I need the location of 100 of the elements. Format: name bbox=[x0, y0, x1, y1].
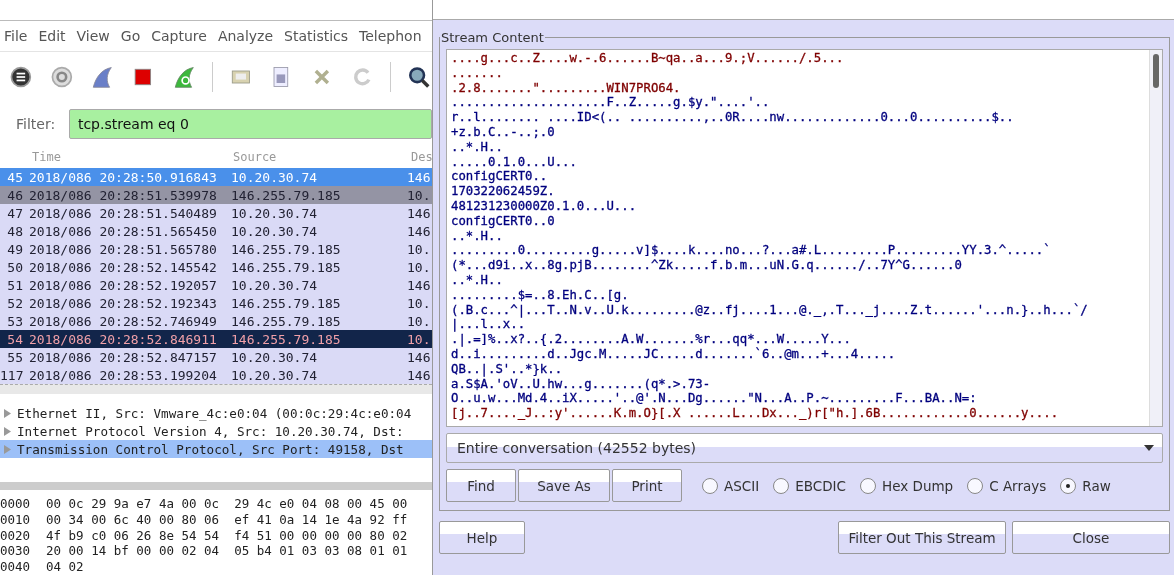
hex-offset: 0020 bbox=[0, 527, 32, 544]
stream-line: .....0.1.0...U... bbox=[451, 154, 578, 170]
packet-row[interactable]: 54 2018/086 20:28:52.846911 146.255.79.185 10. bbox=[0, 330, 432, 348]
hex-offset: 0040 bbox=[0, 559, 32, 575]
menu-item[interactable]: Statistics bbox=[280, 28, 356, 44]
dialog-button[interactable]: Help bbox=[439, 521, 525, 554]
packet-row[interactable]: 47 2018/086 20:28:51.540489 10.20.30.74 146 bbox=[0, 204, 432, 222]
stream-line: [j..7...._J..:y'......K.m.O}[.X ......L...Dx..._)r["h.].6B............0......y.... bbox=[451, 406, 1060, 421]
stream-line: configCERT0.. bbox=[451, 169, 549, 185]
table-cell-text: 2018/086 20:28:52.192057 bbox=[29, 277, 218, 293]
stream-line: +z.b.C..-..;.0 bbox=[451, 125, 556, 140]
table-cell-text: 10.20.30.74 bbox=[231, 349, 319, 365]
scrollbar[interactable] bbox=[0, 384, 432, 394]
hex-bytes: 00 0c 29 9a e7 4a 00 0c 29 4c e0 04 08 00 45 00 bbox=[46, 496, 408, 512]
expander-icon[interactable] bbox=[4, 408, 11, 418]
stream-text-area[interactable] bbox=[446, 49, 1163, 427]
table-cell-text: 146.255.79.185 bbox=[231, 241, 342, 257]
packet-row[interactable]: 55 2018/086 20:28:52.847157 10.20.30.74 146 bbox=[0, 348, 432, 366]
table-cell: 10. bbox=[407, 313, 431, 329]
packet-row[interactable]: 117 2018/086 20:28:53.199204 10.20.30.74 146 bbox=[0, 366, 432, 384]
table-cell-text: 2018/086 20:28:52.847157 bbox=[29, 349, 218, 365]
table-cell-text: 2018/086 20:28:52.746949 bbox=[29, 313, 218, 329]
table-cell-text: 50 bbox=[6, 259, 24, 275]
stream-line: .|.=]%..x?..{.2........A.W.......%r...qq*...W.....Y... bbox=[451, 332, 851, 347]
stream-line: (*...d9i..x..8g.pjB........^Zk.....f.b.m...uN.G.q....../..7Y^G......0 bbox=[451, 258, 963, 273]
dialog-button[interactable]: Find bbox=[446, 469, 516, 502]
radio-button[interactable] bbox=[1060, 477, 1077, 494]
table-cell-text: 146.255.79.185 bbox=[231, 331, 342, 347]
table-cell-text: 45 bbox=[6, 169, 24, 185]
table-cell-text: 55 bbox=[6, 349, 24, 365]
radio-label[interactable]: Hex Dump bbox=[882, 477, 954, 494]
radio-button[interactable] bbox=[967, 477, 984, 494]
packet-row[interactable]: 46 2018/086 20:28:51.539978 146.255.79.185 10. bbox=[0, 186, 432, 204]
table-cell-text: 10.20.30.74 bbox=[231, 367, 319, 383]
hex-bytes: 04 02 bbox=[46, 559, 84, 575]
hex-bytes: 00 34 00 6c 40 00 80 06 ef 41 0a 14 1e 4a 92 ff bbox=[46, 511, 408, 528]
table-cell: 10. bbox=[407, 187, 431, 203]
stream-line: O..u.w...Md.4..iX.....'..@'.N...Dg......"N...A..P.~.........F...BA..N=: bbox=[451, 391, 978, 407]
table-cell-text: 2018/086 20:28:51.540489 bbox=[29, 205, 218, 221]
radio-button[interactable] bbox=[702, 477, 718, 494]
table-cell-text: 10.20.30.74 bbox=[231, 169, 319, 185]
expander-icon[interactable] bbox=[4, 426, 11, 436]
menu-item[interactable]: Edit bbox=[34, 28, 73, 44]
stream-line: ..*.H.. bbox=[451, 139, 504, 155]
table-cell-text: 2018/086 20:28:51.539978 bbox=[29, 187, 218, 203]
stream-line: .........0.........g.....v]$....k....no...?...a#.L.........P.........YY.3.^.....` bbox=[451, 243, 1052, 259]
hex-bytes: 20 00 14 bf 00 00 02 04 05 b4 01 03 03 08 01 01 bbox=[46, 543, 408, 560]
group-title: Stream Content bbox=[440, 30, 545, 45]
packet-row[interactable]: 53 2018/086 20:28:52.746949 146.255.79.185 10. bbox=[0, 312, 432, 330]
tree-item[interactable]: Internet Protocol Version 4, Src: 10.20.30.74, Dst: bbox=[0, 422, 432, 440]
tree-item[interactable]: Ethernet II, Src: Vmware_4c:e0:04 (00:0c:29:4c:e0:04 bbox=[0, 404, 432, 422]
tree-item[interactable]: Transmission Control Protocol, Src Port: 49158, Dst bbox=[0, 440, 432, 458]
dialog-button[interactable]: Filter Out This Stream bbox=[838, 521, 1006, 554]
menu-item[interactable]: File bbox=[0, 28, 35, 44]
stream-line: d..i.........d..Jgc.M.....JC.....d.......`6..@m...+...4..... bbox=[451, 346, 897, 362]
dialog-button[interactable]: Print bbox=[612, 469, 682, 502]
packet-row[interactable]: 49 2018/086 20:28:51.565780 146.255.79.185 10. bbox=[0, 240, 432, 258]
radio-button[interactable] bbox=[773, 477, 790, 494]
table-cell: 10. bbox=[407, 241, 431, 257]
table-cell-text: 48 bbox=[6, 223, 24, 239]
stream-line: configCERT0..0 bbox=[451, 213, 556, 229]
stream-line: .2.8.......".........WIN7PRO64. bbox=[451, 80, 682, 96]
table-cell-text: 146.255.79.185 bbox=[231, 187, 342, 203]
conversation-dropdown[interactable]: Entire conversation (42552 bytes) bbox=[446, 433, 1163, 463]
stream-line: (.B.c...^|...T..N.v..U.k.........@z..fj....1...@._,.T..._j....Z.t......'...n.}..h...`/ bbox=[451, 302, 1089, 318]
table-cell: 10. bbox=[407, 259, 431, 275]
packet-row[interactable]: 48 2018/086 20:28:51.565450 10.20.30.74 146 bbox=[0, 222, 432, 240]
radio-label[interactable]: EBCDIC bbox=[795, 477, 846, 494]
table-cell-text: 146.255.79.185 bbox=[231, 313, 342, 329]
radio-label[interactable]: C Arrays bbox=[989, 477, 1047, 494]
radio-label[interactable]: ASCII bbox=[724, 477, 760, 494]
table-cell: 146 bbox=[407, 223, 431, 239]
dialog-button[interactable]: Save As bbox=[518, 469, 610, 502]
menu-item[interactable]: Capture bbox=[147, 28, 214, 44]
table-cell-text: 146.255.79.185 bbox=[231, 295, 342, 311]
stream-line: ....... bbox=[451, 65, 504, 81]
stream-line: |...l..x.. bbox=[451, 317, 526, 333]
filter-field[interactable]: tcp.stream eq 0 bbox=[68, 109, 432, 139]
menu-item[interactable]: Go bbox=[116, 28, 148, 44]
hex-bytes: 4f b9 c0 06 26 8e 54 54 f4 51 00 00 00 00 80 02 bbox=[46, 527, 408, 544]
packet-row[interactable]: 52 2018/086 20:28:52.192343 146.255.79.185 10. bbox=[0, 294, 432, 312]
menu-item[interactable]: View bbox=[72, 28, 117, 44]
table-cell-text: 52 bbox=[6, 295, 24, 311]
menu-item[interactable]: Analyze bbox=[213, 28, 281, 44]
table-cell-text: 2018/086 20:28:51.565780 bbox=[29, 241, 218, 257]
table-cell-text: 49 bbox=[6, 241, 24, 257]
table-cell-text: 2018/086 20:28:52.846911 bbox=[29, 331, 218, 347]
stream-line: a.S$A.'oV..U.hw...g.......(q*.>.73- bbox=[451, 376, 712, 392]
stream-line: r..l........ ....ID<(.. ..........,..0R....nw.............0...0..........$.. bbox=[451, 110, 1015, 125]
table-cell-text: 117 bbox=[0, 367, 25, 383]
tree-label: Internet Protocol Version 4, Src: 10.20.30.74, Dst: bbox=[17, 423, 404, 439]
radio-label[interactable]: Raw bbox=[1082, 477, 1111, 494]
table-cell-text: 53 bbox=[6, 313, 24, 329]
table-cell: 10. bbox=[407, 295, 431, 311]
radio-button[interactable] bbox=[860, 477, 876, 494]
packet-row[interactable]: 50 2018/086 20:28:52.145542 146.255.79.185 10. bbox=[0, 258, 432, 276]
stream-line: ....g...c..Z....w.-.6......B~qa..a...9.;V....../.5... bbox=[451, 51, 845, 66]
dialog-button[interactable]: Close bbox=[1012, 521, 1170, 554]
packet-row[interactable]: 51 2018/086 20:28:52.192057 10.20.30.74 146 bbox=[0, 276, 432, 294]
menu-item[interactable]: Telephon bbox=[355, 28, 429, 44]
